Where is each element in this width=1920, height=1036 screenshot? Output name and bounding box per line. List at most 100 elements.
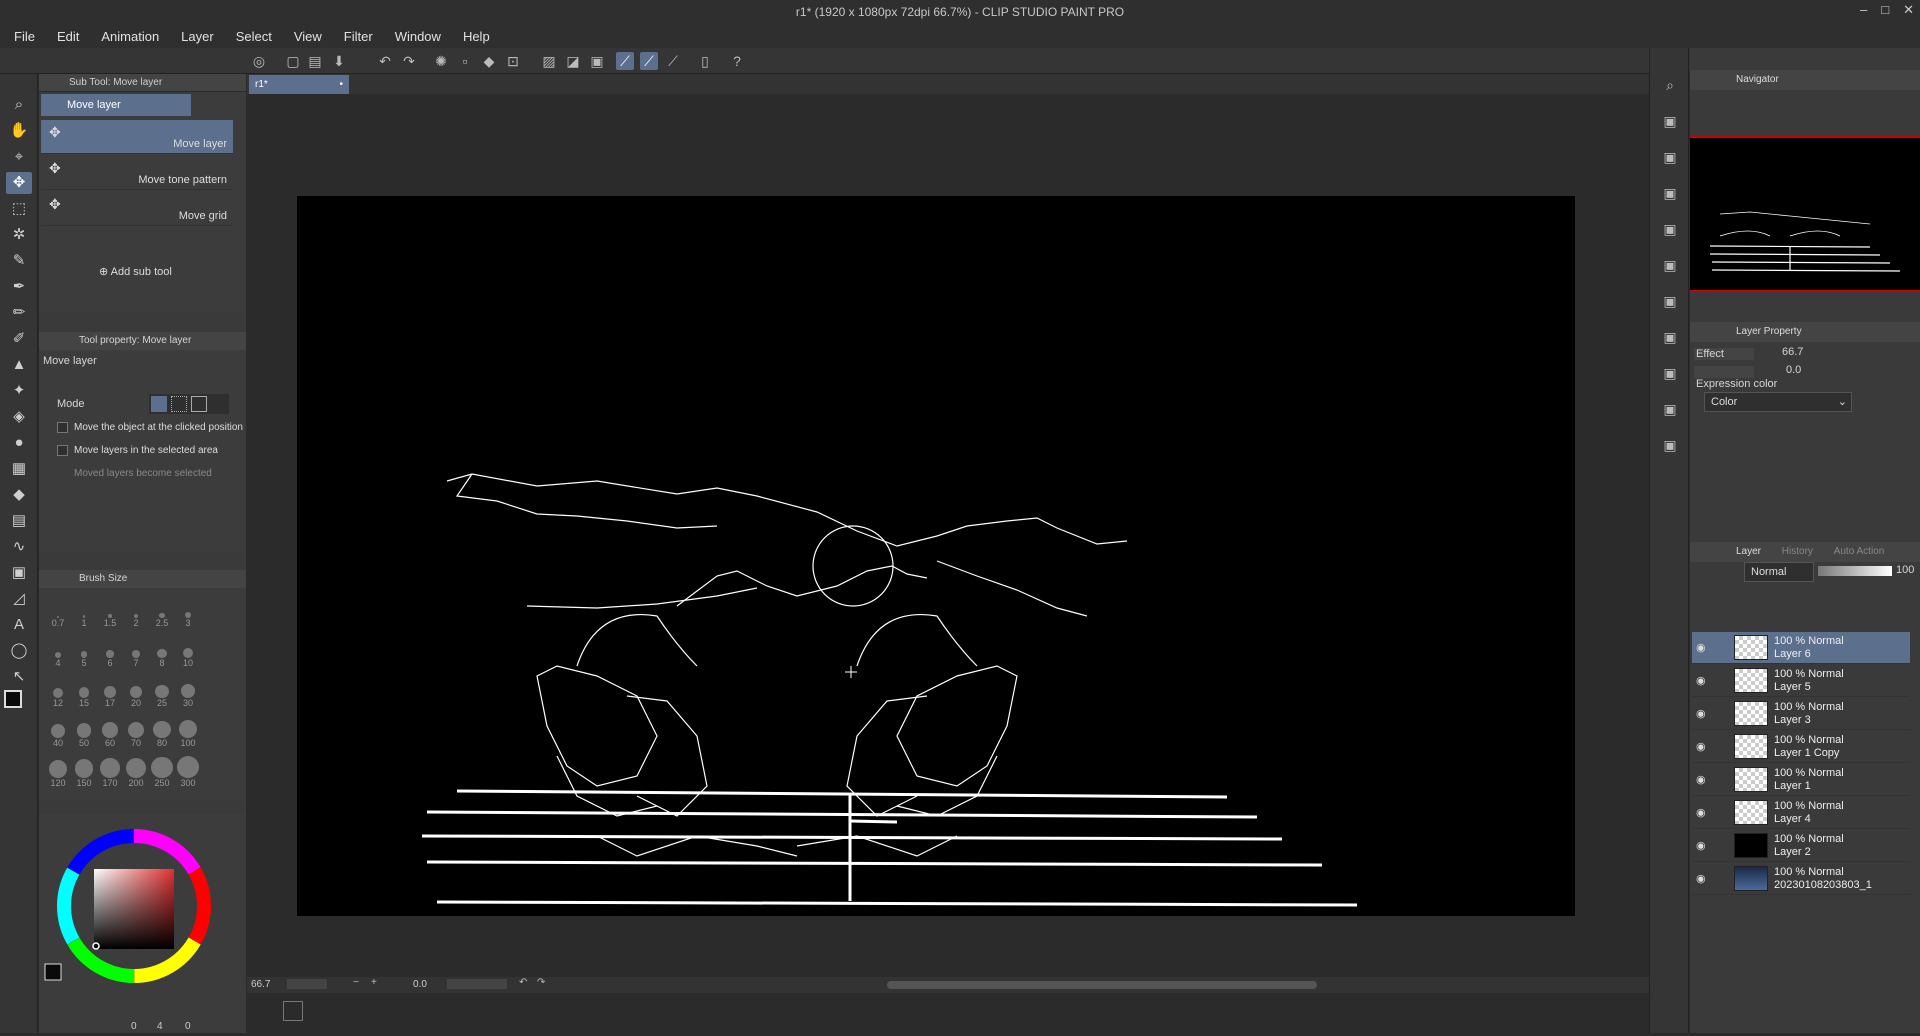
redo-icon[interactable]: ↷ xyxy=(400,52,418,70)
subtool-move-layer[interactable]: ✥ Move layer xyxy=(41,120,233,154)
eye-icon[interactable]: ◉ xyxy=(1696,839,1706,852)
layer-row[interactable]: ◉ 100 % Normal Layer 1 Copy xyxy=(1692,731,1910,763)
wheel-main-swatch[interactable] xyxy=(44,963,62,981)
save-icon[interactable]: ⬇ xyxy=(330,52,348,70)
subtool-group-tab[interactable]: Move layer xyxy=(41,94,191,116)
blend-mode-dropdown[interactable]: Normal xyxy=(1744,562,1814,582)
opacity-slider[interactable] xyxy=(1818,566,1892,576)
eye-icon[interactable]: ◉ xyxy=(1696,707,1706,720)
menu-select[interactable]: Select xyxy=(236,29,272,44)
layer-row[interactable]: ◉ 100 % Normal Layer 5 xyxy=(1692,665,1910,697)
layer-row[interactable]: ◉ 100 % Normal Layer 6 xyxy=(1692,632,1910,664)
tab-auto-action[interactable]: Auto Action xyxy=(1834,546,1885,557)
zoom-out-icon[interactable]: − xyxy=(353,977,359,988)
material-icon[interactable]: ▣ xyxy=(1659,218,1681,240)
fill-icon[interactable]: ◆ xyxy=(6,484,32,506)
eye-icon[interactable]: ◉ xyxy=(1696,872,1706,885)
airbrush-icon[interactable]: ▲ xyxy=(6,354,32,376)
timeline-toggle-icon[interactable] xyxy=(283,1001,303,1021)
opacity-value[interactable]: 100 xyxy=(1896,564,1914,576)
text-icon[interactable]: A xyxy=(6,614,32,636)
deselect-icon[interactable]: ▨ xyxy=(540,52,558,70)
mode-selector[interactable] xyxy=(149,394,229,414)
horizontal-scrollbar[interactable] xyxy=(887,981,1317,989)
tab-close-icon[interactable]: • xyxy=(339,75,343,94)
minimize-button[interactable]: – xyxy=(1860,2,1867,18)
eye-icon[interactable]: ◉ xyxy=(1696,674,1706,687)
menu-help[interactable]: Help xyxy=(463,29,490,44)
mode-grid-icon[interactable] xyxy=(191,396,207,412)
fill-icon[interactable]: ◆ xyxy=(480,52,498,70)
nav-zoom-value[interactable]: 66.7 xyxy=(1782,346,1803,358)
menu-file[interactable]: File xyxy=(14,29,35,44)
add-sub-tool-button[interactable]: ⊕ Add sub tool xyxy=(99,265,172,278)
clear-icon[interactable]: ▫ xyxy=(456,52,474,70)
material-icon[interactable]: ▣ xyxy=(1659,362,1681,384)
eye-icon[interactable]: ◉ xyxy=(1696,806,1706,819)
snap-ruler-icon[interactable]: ⟋ xyxy=(616,52,634,70)
balloon-icon[interactable]: ◯ xyxy=(6,640,32,662)
material-icon[interactable]: ▣ xyxy=(1659,398,1681,420)
expression-color-dropdown[interactable]: Color ⌄ xyxy=(1704,392,1852,412)
brush-size-option[interactable]: 10 xyxy=(173,636,203,668)
hand-icon[interactable]: ✋ xyxy=(6,120,32,142)
layer-row[interactable]: ◉ 100 % Normal Layer 2 xyxy=(1692,830,1910,862)
menu-view[interactable]: View xyxy=(294,29,322,44)
mesh-icon[interactable]: ▦ xyxy=(6,458,32,480)
subtool-move-tone-pattern[interactable]: ✥ Move tone pattern xyxy=(41,156,233,190)
angle-value[interactable]: 0.0 xyxy=(413,979,427,990)
navigator-preview[interactable] xyxy=(1690,136,1920,292)
material-icon[interactable]: ▣ xyxy=(1659,434,1681,456)
menu-layer[interactable]: Layer xyxy=(181,29,214,44)
snap-special-ruler-icon[interactable]: ⟋ xyxy=(640,52,658,70)
figure-icon[interactable]: ∿ xyxy=(6,536,32,558)
layer-row[interactable]: ◉ 100 % Normal 20230108203803_1 xyxy=(1692,863,1910,895)
menu-edit[interactable]: Edit xyxy=(57,29,79,44)
clip-studio-icon[interactable]: ◎ xyxy=(250,52,268,70)
material-icon[interactable]: ▣ xyxy=(1659,182,1681,204)
tab-history[interactable]: History xyxy=(1782,546,1813,557)
eraser-icon[interactable]: ◈ xyxy=(6,406,32,428)
operation-icon[interactable]: ⌖ xyxy=(6,146,32,168)
move-layer-icon[interactable]: ✥ xyxy=(6,172,32,194)
pencil-icon[interactable]: ✏ xyxy=(6,302,32,324)
correct-line-icon[interactable]: ↖ xyxy=(6,666,32,688)
material-icon[interactable]: ▣ xyxy=(1659,326,1681,348)
pen-icon[interactable]: ✒ xyxy=(6,276,32,298)
option-move-clicked[interactable]: Move the object at the clicked position xyxy=(57,422,243,433)
open-folder-icon[interactable]: ▤ xyxy=(306,52,324,70)
eye-icon[interactable]: ◉ xyxy=(1696,740,1706,753)
canvas-tab[interactable]: r1* • xyxy=(249,75,349,94)
mode-layer-icon[interactable] xyxy=(151,396,167,412)
zoom-value[interactable]: 66.7 xyxy=(251,979,270,990)
selection-icon[interactable]: ⬚ xyxy=(6,198,32,220)
brush-icon[interactable]: ✐ xyxy=(6,328,32,350)
loading-icon[interactable]: ✺ xyxy=(432,52,450,70)
rotate-left-icon[interactable]: ↶ xyxy=(519,977,527,988)
brush-size-option[interactable]: 30 xyxy=(173,676,203,708)
tab-layer[interactable]: Layer xyxy=(1736,546,1761,557)
transform-icon[interactable]: ⊡ xyxy=(504,52,522,70)
drawing-canvas[interactable] xyxy=(297,196,1575,916)
subtool-move-grid[interactable]: ✥ Move grid xyxy=(41,192,233,226)
option-move-selected-area[interactable]: Move layers in the selected area xyxy=(57,445,218,456)
rotate-right-icon[interactable]: ↷ xyxy=(537,977,545,988)
material-icon[interactable]: ▣ xyxy=(1659,110,1681,132)
invert-selection-icon[interactable]: ◪ xyxy=(564,52,582,70)
zoom-icon[interactable]: ⌕ xyxy=(6,94,32,116)
nav-rotate-slider[interactable] xyxy=(1694,366,1754,378)
maximize-button[interactable]: □ xyxy=(1881,2,1889,18)
menu-animation[interactable]: Animation xyxy=(101,29,159,44)
smartphone-icon[interactable]: ▯ xyxy=(696,52,714,70)
rotate-slider[interactable] xyxy=(447,979,507,989)
ruler-icon[interactable]: ◿ xyxy=(6,588,32,610)
nav-rotate-value[interactable]: 0.0 xyxy=(1786,364,1801,376)
eye-icon[interactable]: ◉ xyxy=(1696,773,1706,786)
material-icon[interactable]: ▣ xyxy=(1659,290,1681,312)
material-icon[interactable]: ▣ xyxy=(1659,254,1681,276)
decoration-icon[interactable]: ✦ xyxy=(6,380,32,402)
auto-select-icon[interactable]: ✲ xyxy=(6,224,32,246)
brush-size-option[interactable]: 3 xyxy=(173,596,203,628)
zoom-in-icon[interactable]: + xyxy=(371,977,377,988)
search-icon[interactable]: ⌕ xyxy=(1659,74,1681,96)
